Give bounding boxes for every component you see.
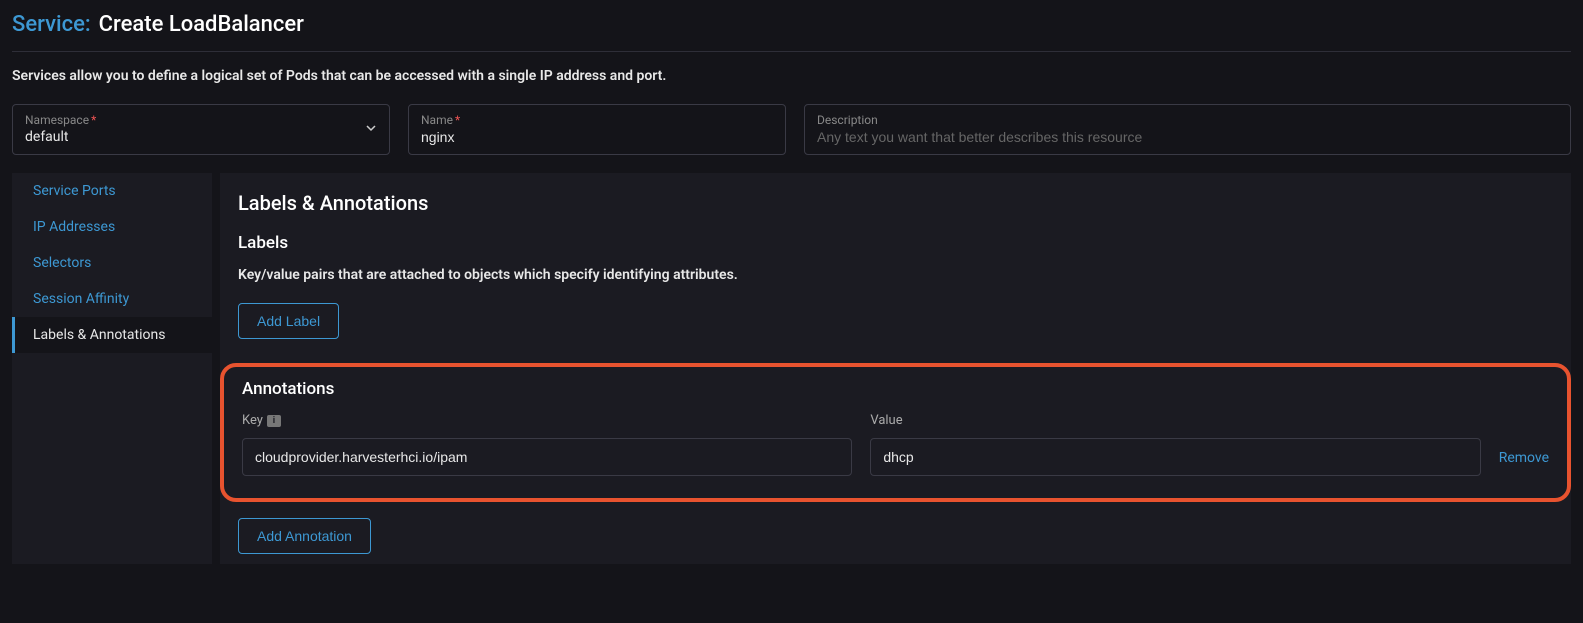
annotation-row: Key i Value Remove — [242, 413, 1549, 476]
add-label-button[interactable]: Add Label — [238, 303, 339, 339]
labels-desc: Key/value pairs that are attached to obj… — [238, 267, 1553, 283]
annotation-key-input[interactable] — [242, 438, 852, 476]
labels-title: Labels — [238, 233, 1553, 253]
header-title: Create LoadBalancer — [99, 12, 304, 37]
annotation-key-col: Key i — [242, 413, 852, 476]
key-label: Key i — [242, 413, 852, 428]
name-label: Name* — [421, 113, 773, 127]
description-input[interactable] — [817, 129, 1558, 145]
value-label: Value — [870, 413, 1480, 428]
page-description: Services allow you to define a logical s… — [12, 68, 1571, 84]
namespace-value: default — [25, 129, 377, 145]
main-area: Service Ports IP Addresses Selectors Ses… — [12, 173, 1571, 564]
description-label: Description — [817, 113, 1558, 127]
annotation-value-col: Value — [870, 413, 1480, 476]
name-field-group: Name* — [408, 104, 786, 155]
info-icon[interactable]: i — [267, 415, 281, 427]
annotations-title: Annotations — [242, 379, 1549, 399]
sidebar-item-labels-annotations[interactable]: Labels & Annotations — [12, 317, 212, 353]
sidebar-item-session-affinity[interactable]: Session Affinity — [12, 281, 212, 317]
name-input[interactable] — [421, 129, 773, 145]
sidebar-item-selectors[interactable]: Selectors — [12, 245, 212, 281]
section-title: Labels & Annotations — [238, 191, 1553, 215]
annotation-value-input[interactable] — [870, 438, 1480, 476]
chevron-down-icon — [365, 122, 377, 138]
add-annotation-button[interactable]: Add Annotation — [238, 518, 371, 554]
content-panel: Labels & Annotations Labels Key/value pa… — [220, 173, 1571, 564]
remove-annotation-link[interactable]: Remove — [1499, 450, 1549, 476]
annotations-highlight: Annotations Key i Value Remove — [220, 363, 1571, 502]
header-prefix: Service: — [12, 12, 91, 37]
sidebar-item-ip-addresses[interactable]: IP Addresses — [12, 209, 212, 245]
namespace-label: Namespace* — [25, 113, 377, 127]
sidebar: Service Ports IP Addresses Selectors Ses… — [12, 173, 212, 564]
namespace-select[interactable]: Namespace* default — [12, 104, 390, 155]
description-field-group: Description — [804, 104, 1571, 155]
page-header: Service: Create LoadBalancer — [12, 12, 1571, 52]
form-row: Namespace* default Name* Description — [12, 104, 1571, 155]
sidebar-item-service-ports[interactable]: Service Ports — [12, 173, 212, 209]
